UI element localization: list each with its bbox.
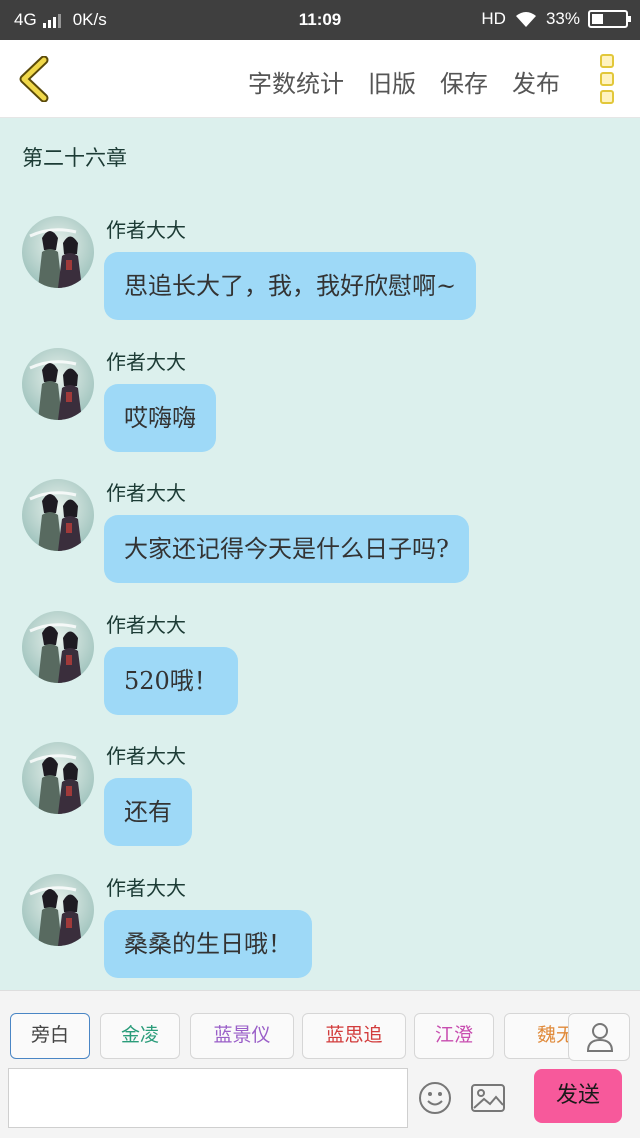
message-input[interactable] bbox=[8, 1068, 408, 1128]
status-bar: 4G 0K/s 11:09 HD 33% bbox=[0, 0, 640, 40]
person-icon bbox=[586, 1023, 614, 1052]
role-button-jin-ling[interactable]: 金凌 bbox=[100, 1013, 180, 1059]
avatar[interactable] bbox=[22, 742, 94, 814]
chat-message: 作者大大桑桑的生日哦！ bbox=[0, 874, 640, 990]
role-button-lan-sizhui[interactable]: 蓝思追 bbox=[302, 1013, 406, 1059]
role-button-narrator[interactable]: 旁白 bbox=[10, 1013, 90, 1059]
publish-button[interactable]: 发布 bbox=[512, 64, 560, 99]
hd-indicator: HD bbox=[481, 9, 506, 28]
chat-message: 作者大大思追长大了，我，我好欣慰啊~ bbox=[0, 216, 640, 336]
message-bubble[interactable]: 哎嗨嗨 bbox=[104, 384, 216, 452]
top-toolbar: 字数统计 旧版 保存 发布 bbox=[0, 40, 640, 118]
avatar[interactable] bbox=[22, 874, 94, 946]
chat-message: 作者大大 520哦！ bbox=[0, 611, 640, 731]
chat-message: 作者大大大家还记得今天是什么日子吗? bbox=[0, 479, 640, 599]
message-bubble[interactable]: 大家还记得今天是什么日子吗? bbox=[104, 515, 469, 583]
header-actions: 字数统计 旧版 保存 发布 bbox=[248, 64, 560, 99]
author-name: 作者大大 bbox=[106, 876, 186, 900]
more-vertical-icon[interactable] bbox=[600, 54, 616, 104]
author-name: 作者大大 bbox=[106, 613, 186, 637]
message-bubble[interactable]: 520哦！ bbox=[104, 647, 238, 715]
author-name: 作者大大 bbox=[106, 350, 186, 374]
wifi-icon bbox=[515, 12, 536, 27]
word-count-button[interactable]: 字数统计 bbox=[248, 64, 344, 99]
send-button[interactable]: 发送 bbox=[534, 1069, 622, 1123]
battery-icon bbox=[588, 10, 631, 28]
emoji-icon[interactable] bbox=[418, 1081, 452, 1115]
role-button-jiang-cheng[interactable]: 江澄 bbox=[414, 1013, 494, 1059]
chat-message: 作者大大 还有 bbox=[0, 742, 640, 862]
avatar[interactable] bbox=[22, 348, 94, 420]
author-name: 作者大大 bbox=[106, 744, 186, 768]
chevron-left-icon[interactable] bbox=[14, 56, 54, 102]
status-right: HD 33% bbox=[481, 9, 631, 29]
author-name: 作者大大 bbox=[106, 218, 186, 242]
battery-percent: 33% bbox=[545, 9, 580, 28]
message-bubble[interactable]: 思追长大了，我，我好欣慰啊~ bbox=[104, 252, 477, 320]
add-character-button[interactable] bbox=[568, 1013, 630, 1061]
avatar[interactable] bbox=[22, 611, 94, 683]
chapter-title: 第二十六章 bbox=[22, 146, 127, 170]
save-button[interactable]: 保存 bbox=[440, 64, 488, 99]
role-selector: 旁白 金凌 蓝景仪 蓝思追 江澄 魏无 bbox=[10, 1013, 570, 1061]
role-button-wei-wuxian[interactable]: 魏无 bbox=[504, 1013, 570, 1059]
compose-bar: 旁白 金凌 蓝景仪 蓝思追 江澄 魏无 发送 bbox=[0, 990, 640, 1138]
image-icon[interactable] bbox=[470, 1083, 506, 1113]
avatar[interactable] bbox=[22, 479, 94, 551]
chat-message: 作者大大 哎嗨嗨 bbox=[0, 348, 640, 468]
author-name: 作者大大 bbox=[106, 481, 186, 505]
old-version-button[interactable]: 旧版 bbox=[368, 64, 416, 99]
message-bubble[interactable]: 桑桑的生日哦！ bbox=[104, 910, 312, 978]
message-bubble[interactable]: 还有 bbox=[104, 778, 192, 846]
chat-area[interactable]: 第二十六章 作者大大 思追长大了，我，我好欣慰啊~ 作者大大 哎嗨嗨 作者大大 大家还… bbox=[0, 118, 640, 990]
avatar[interactable] bbox=[22, 216, 94, 288]
role-button-lan-jingyi[interactable]: 蓝景仪 bbox=[190, 1013, 294, 1059]
